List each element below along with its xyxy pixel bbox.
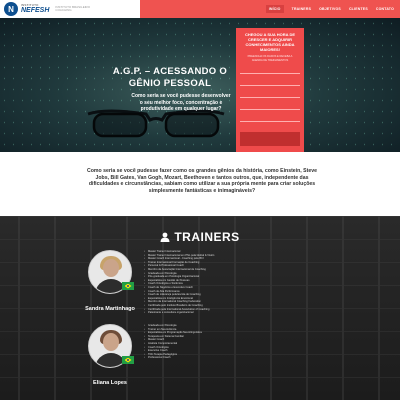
brazil-flag-icon — [122, 356, 134, 364]
message-field[interactable] — [240, 116, 300, 122]
nav-trainers[interactable]: TRAINERS — [292, 7, 312, 11]
trainer-name: Eliana Lopes — [93, 380, 127, 386]
trainer-name: Sandra Martinhago — [85, 306, 135, 312]
logo-main: NEFESH — [21, 7, 50, 14]
nav-objetivos[interactable]: OBJETIVOS — [319, 7, 341, 11]
trainer-bio: Graduada em Psicologia Trainer em Neuroc… — [144, 324, 334, 360]
logo-mark-icon: N — [4, 2, 18, 16]
form-title: CHEGOU A SUA HORA DE CRESCER E ADQUIRIR … — [244, 32, 296, 52]
site-header: N INSTITUTO NEFESH INSTITUTO BRASILEIRO … — [0, 0, 400, 18]
brand-area: N INSTITUTO NEFESH INSTITUTO BRASILEIRO … — [0, 0, 140, 18]
bio-item: Palestrante e consultora organizacional — [144, 311, 334, 315]
trainers-heading: TRAINERS — [0, 230, 400, 244]
trainer-card-eliana: Eliana Lopes Graduada em Psicologia Trai… — [84, 324, 334, 396]
trainers-section: TRAINERS Sandra Martinhago Master Traine… — [0, 216, 400, 400]
nefesh-logo[interactable]: N INSTITUTO NEFESH — [4, 2, 49, 16]
submit-button[interactable] — [240, 132, 300, 146]
email-field[interactable] — [240, 80, 300, 86]
nav-clientes[interactable]: CLIENTES — [349, 7, 368, 11]
city-field[interactable] — [240, 104, 300, 110]
form-description: PREENCHA OS DADOS E RECEBA A AGENDA DE T… — [247, 55, 293, 62]
brazil-flag-icon — [122, 282, 134, 290]
hero-section: A.G.P. – ACESSANDO O GÊNIO PESSOAL Como … — [0, 18, 400, 152]
logo-text: INSTITUTO NEFESH — [21, 4, 50, 15]
partner-line2: COACHING — [55, 8, 72, 12]
nav-inicio[interactable]: INÍCIO — [265, 5, 284, 13]
bio-item: Professional Coach — [144, 356, 334, 360]
intro-section: Como seria se você pudesse fazer como os… — [0, 152, 400, 216]
phone-field[interactable] — [240, 92, 300, 98]
partner-logo: INSTITUTO BRASILEIRO COACHING — [55, 6, 90, 12]
hero-title: A.G.P. – ACESSANDO O GÊNIO PESSOAL — [112, 66, 228, 89]
hero-subtitle: Como seria se você pudesse desenvolver o… — [131, 93, 231, 112]
signup-form: CHEGOU A SUA HORA DE CRESCER E ADQUIRIR … — [236, 28, 304, 152]
main-nav: INÍCIO TRAINERS OBJETIVOS CLIENTES CONTA… — [140, 0, 400, 18]
intro-text: Como seria se você pudesse fazer como os… — [86, 168, 318, 194]
trainer-card-sandra: Sandra Martinhago Master Trainer Interna… — [84, 250, 334, 320]
name-field[interactable] — [240, 68, 300, 74]
user-icon — [160, 232, 170, 242]
nav-contato[interactable]: CONTATO — [376, 7, 394, 11]
trainers-title: TRAINERS — [174, 230, 240, 244]
trainer-bio: Master Trainer Internacional Master Trai… — [144, 250, 334, 315]
